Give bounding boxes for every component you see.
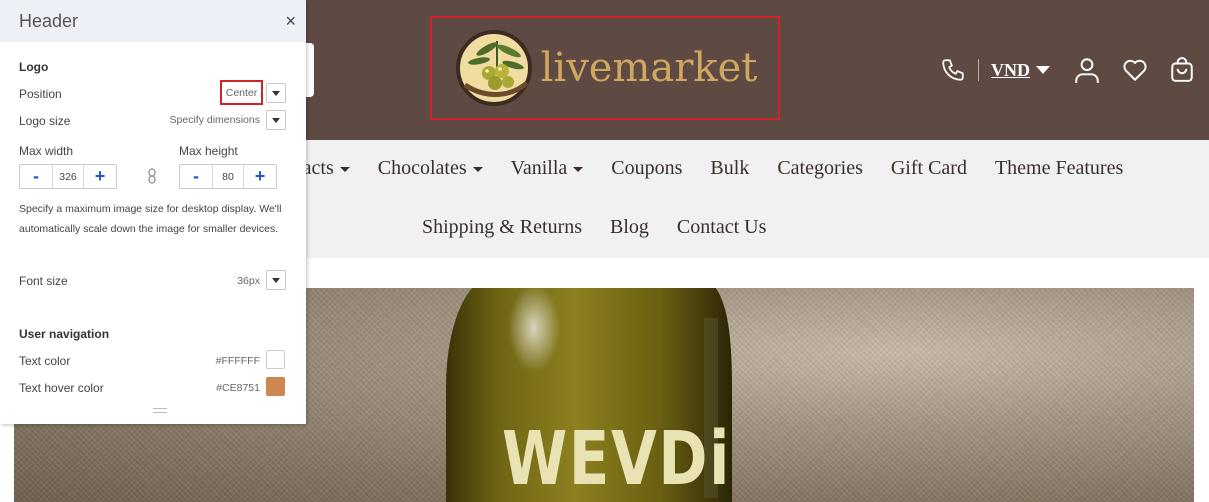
chevron-down-icon [472,167,483,172]
chevron-down-icon [272,117,280,123]
max-height-stepper: - 80 + [179,164,277,189]
chevron-down-icon [272,277,280,283]
nav-item-label: Coupons [611,157,683,179]
text-hover-color-label: Text hover color [19,381,104,395]
header-settings-panel: Header × Logo Position Center Logo size … [0,0,306,424]
nav-item[interactable]: Blog [610,216,649,239]
nav-item[interactable]: Shipping & Returns [422,216,582,239]
max-width-increment-button[interactable]: + [84,165,116,188]
text-hover-color-value[interactable]: #CE8751 [190,382,260,394]
nav-item-label: Bulk [710,157,750,179]
font-size-value[interactable]: 36px [200,275,260,287]
font-size-label: Font size [19,274,68,288]
logo-section-heading: Logo [19,60,49,74]
nav-item[interactable]: Bulk [710,157,749,180]
nav-item-label: Contact Us [676,216,767,238]
bottle-label-text: WEVDi [502,416,731,502]
nav-item[interactable]: Theme Features [995,157,1123,180]
nav-item-label: Categories [777,157,863,179]
position-value: Center [225,86,258,99]
account-icon[interactable] [1074,56,1100,84]
panel-title: Header [19,10,79,31]
nav-item[interactable]: Chocolates [378,157,483,180]
nav-item[interactable]: Categories [777,157,863,180]
currency-label: VND [991,59,1030,80]
nav-row-secondary: Shipping & Returns Blog Contact Us [422,216,794,239]
phone-icon[interactable] [940,57,966,83]
max-width-stepper: - 326 + [19,164,117,189]
currency-selector[interactable]: VND [978,59,1050,81]
max-height-increment-button[interactable]: + [244,165,276,188]
font-size-dropdown-button[interactable] [266,270,286,290]
heart-icon[interactable] [1122,58,1148,82]
close-icon[interactable]: × [285,11,296,32]
logo-text: livemarket [540,45,758,91]
max-width-label: Max width [19,144,74,158]
nav-item[interactable]: Vanilla [511,157,584,180]
text-hover-color-swatch[interactable] [266,377,285,396]
chevron-down-icon [1036,66,1050,74]
nav-item[interactable]: Coupons [611,157,682,180]
nav-item-label: Shipping & Returns [422,216,583,238]
nav-item[interactable]: Contact Us [677,216,766,239]
nav-item-label: Chocolates [377,157,467,179]
max-height-input[interactable]: 80 [212,165,244,188]
resize-handle[interactable] [153,408,167,413]
panel-header: Header × [0,0,306,42]
position-select[interactable]: Center [220,80,263,105]
olive-emblem-icon [455,30,532,106]
nav-item-label: Theme Features [994,157,1124,179]
logo-size-value[interactable]: Specify dimensions [150,114,260,126]
chevron-down-icon [339,167,350,172]
user-navigation-section-heading: User navigation [19,327,110,341]
nav-item-label: Vanilla [510,157,568,179]
link-dimensions-icon[interactable] [147,168,157,184]
max-height-decrement-button[interactable]: - [180,165,212,188]
chevron-down-icon [573,167,584,172]
nav-row-primary: racts Chocolates Vanilla Coupons Bulk Categor… [296,157,1151,180]
position-label: Position [19,87,62,101]
logo-size-dropdown-button[interactable] [266,110,286,130]
logo-size-help-text: Specify a maximum image size for desktop… [19,203,282,235]
nav-item-label: Gift Card [890,157,967,179]
position-dropdown-button[interactable] [266,83,286,103]
max-height-label: Max height [179,144,238,158]
chevron-down-icon [272,90,280,96]
text-color-swatch[interactable] [266,350,285,369]
text-color-label: Text color [19,354,71,368]
logo-size-label: Logo size [19,114,71,128]
max-width-input[interactable]: 326 [52,165,84,188]
nav-item-label: Blog [610,216,649,238]
cart-icon[interactable] [1170,57,1194,83]
store-logo[interactable]: livemarket [430,16,780,120]
max-width-decrement-button[interactable]: - [20,165,52,188]
text-color-value[interactable]: #FFFFFF [190,355,260,367]
user-navigation: VND [940,54,1194,86]
nav-item[interactable]: Gift Card [891,157,967,180]
panel-edge [306,43,314,97]
